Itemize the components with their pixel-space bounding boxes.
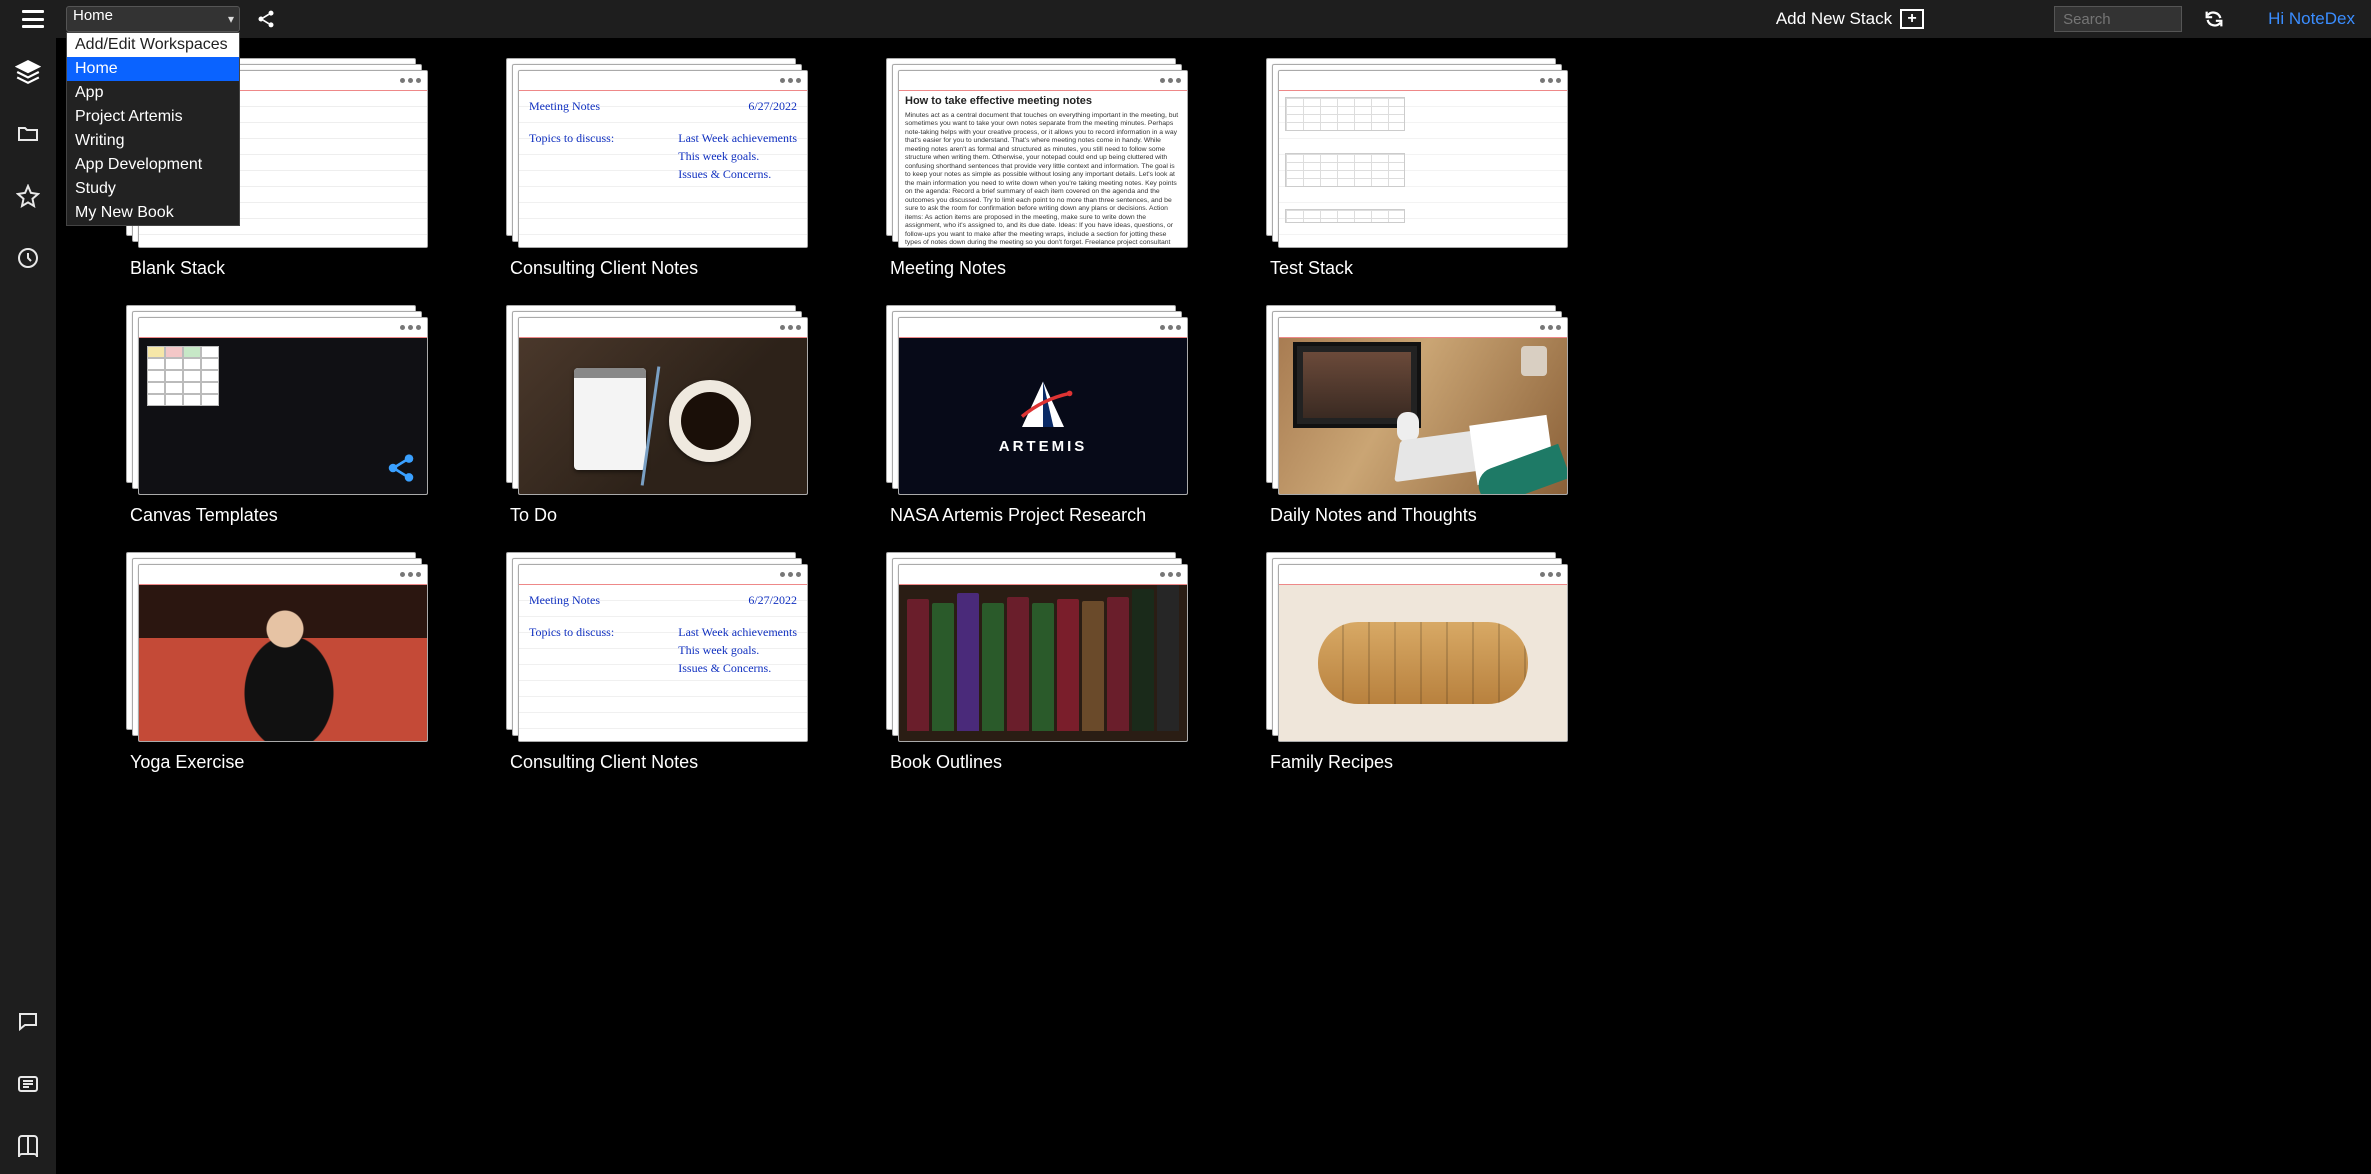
workspace-dropdown[interactable]: Add/Edit WorkspacesHomeAppProject Artemi…	[66, 32, 240, 226]
sidebar-library[interactable]	[14, 1132, 42, 1160]
stack-preview: How to take effective meeting notesMinut…	[886, 58, 1186, 248]
chat-icon	[16, 1010, 40, 1034]
workspace-option[interactable]: Writing	[67, 129, 239, 153]
workspace-option[interactable]: Add/Edit Workspaces	[67, 33, 239, 57]
sync-icon	[2203, 8, 2225, 30]
stacks-icon	[15, 59, 41, 85]
stack-title: Daily Notes and Thoughts	[1266, 505, 1566, 526]
stack-item[interactable]: ARTEMIS NASA Artemis Project Research	[886, 305, 1186, 526]
clock-icon	[16, 246, 40, 270]
stack-preview	[506, 305, 806, 495]
stack-title: Book Outlines	[886, 752, 1186, 773]
add-stack-label: Add New Stack	[1776, 9, 1892, 29]
share-icon	[385, 452, 417, 484]
share-button[interactable]	[254, 7, 278, 31]
stack-item[interactable]: Canvas Templates	[126, 305, 426, 526]
star-icon	[16, 184, 40, 208]
top-bar: Home ▾ Add/Edit WorkspacesHomeAppProject…	[0, 0, 2371, 38]
share-icon	[256, 9, 276, 29]
stack-preview	[1266, 552, 1566, 742]
workspace-selected-label: Home	[73, 7, 113, 24]
stack-item[interactable]: Book Outlines	[886, 552, 1186, 773]
stack-item[interactable]: Meeting Notes6/27/2022 Topics to discuss…	[506, 552, 806, 773]
sidebar-news[interactable]	[14, 1070, 42, 1098]
workspace-option[interactable]: Study	[67, 177, 239, 201]
stack-preview	[1266, 305, 1566, 495]
stack-item[interactable]: Meeting Notes6/27/2022 Topics to discuss…	[506, 58, 806, 279]
news-icon	[16, 1072, 40, 1096]
workspace-option[interactable]: Project Artemis	[67, 105, 239, 129]
folder-icon	[16, 122, 40, 146]
sidebar-recent[interactable]	[14, 244, 42, 272]
stack-title: Meeting Notes	[886, 258, 1186, 279]
add-stack-button[interactable]: Add New Stack +	[1776, 9, 1924, 29]
sync-button[interactable]	[2200, 5, 2228, 33]
stacks-content: Blank Stack Meeting Notes6/27/2022 Topic…	[56, 38, 2371, 1174]
book-icon	[16, 1134, 40, 1158]
stack-item[interactable]: Daily Notes and Thoughts	[1266, 305, 1566, 526]
workspace-select-wrap: Home ▾ Add/Edit WorkspacesHomeAppProject…	[66, 6, 240, 32]
stack-preview: Meeting Notes6/27/2022 Topics to discuss…	[506, 552, 806, 742]
workspace-option[interactable]: App Development	[67, 153, 239, 177]
workspace-option[interactable]: My New Book	[67, 201, 239, 225]
stack-item[interactable]: Family Recipes	[1266, 552, 1566, 773]
stack-preview	[1266, 58, 1566, 248]
stack-preview	[126, 552, 426, 742]
stack-title: NASA Artemis Project Research	[886, 505, 1186, 526]
stack-title: Blank Stack	[126, 258, 426, 279]
stack-title: Canvas Templates	[126, 505, 426, 526]
stack-title: Yoga Exercise	[126, 752, 426, 773]
stack-preview	[886, 552, 1186, 742]
user-greeting[interactable]: Hi NoteDex	[2268, 9, 2355, 29]
workspace-select[interactable]: Home	[66, 6, 240, 32]
search-input[interactable]	[2054, 6, 2182, 32]
stack-item[interactable]: Test Stack	[1266, 58, 1566, 279]
stack-item[interactable]: To Do	[506, 305, 806, 526]
stack-title: Test Stack	[1266, 258, 1566, 279]
workspace-option[interactable]: App	[67, 81, 239, 105]
stack-title: Consulting Client Notes	[506, 258, 806, 279]
sidebar-favorites[interactable]	[14, 182, 42, 210]
stack-title: Consulting Client Notes	[506, 752, 806, 773]
stack-preview: Meeting Notes6/27/2022 Topics to discuss…	[506, 58, 806, 248]
sidebar	[0, 38, 56, 1174]
stack-title: Family Recipes	[1266, 752, 1566, 773]
stacks-grid: Blank Stack Meeting Notes6/27/2022 Topic…	[126, 58, 2311, 773]
stack-item[interactable]: Yoga Exercise	[126, 552, 426, 773]
artemis-logo-icon	[1008, 378, 1078, 434]
stack-item[interactable]: How to take effective meeting notesMinut…	[886, 58, 1186, 279]
plus-box-icon: +	[1900, 9, 1924, 29]
sidebar-feedback[interactable]	[14, 1008, 42, 1036]
stack-preview: ARTEMIS	[886, 305, 1186, 495]
sidebar-stacks[interactable]	[14, 58, 42, 86]
stack-title: To Do	[506, 505, 806, 526]
sidebar-folders[interactable]	[14, 120, 42, 148]
menu-button[interactable]	[22, 10, 44, 28]
stack-preview	[126, 305, 426, 495]
workspace-option[interactable]: Home	[67, 57, 239, 81]
